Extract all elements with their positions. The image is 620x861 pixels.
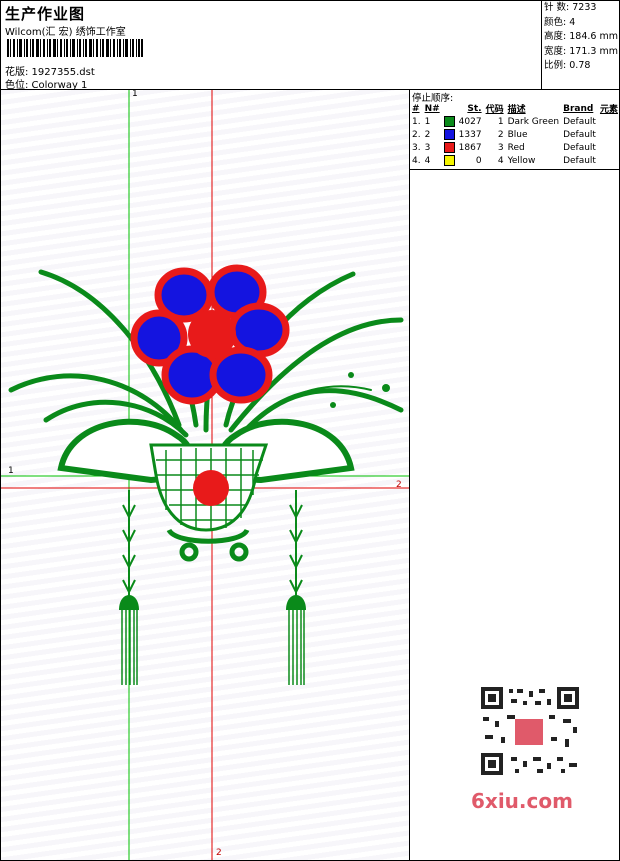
guide-label-right-red: 2 <box>396 480 402 490</box>
qr-code-icon[interactable] <box>471 681 587 781</box>
color-swatch <box>443 142 455 153</box>
col-brand: Brand <box>563 103 594 114</box>
col-element: 元素 <box>599 105 618 115</box>
table-header: # N# St. 代码 描述 Brand 元素 <box>410 102 620 116</box>
guide-label-bottom-red: 2 <box>216 848 222 858</box>
stat-height: 高度: 184.6 mm <box>544 31 618 42</box>
page-title: 生产作业图 <box>5 5 86 23</box>
table-row[interactable]: 1. 1 4027 1 Dark Green Default <box>410 115 620 128</box>
studio-name: Wilcom(汇 宏) 绣饰工作室 <box>5 27 126 38</box>
stop-sequence-panel: 停止顺序: # N# St. 代码 描述 Brand 元素 1. 1 4027 … <box>410 90 619 170</box>
color-swatch <box>443 129 455 140</box>
table-row[interactable]: 4. 4 0 4 Yellow Default <box>410 154 620 167</box>
design-stats: 针 数: 7233 颜色: 4 高度: 184.6 mm 宽度: 171.3 m… <box>541 1 620 89</box>
stat-stitches: 针 数: 7233 <box>544 2 597 13</box>
header: 生产作业图 Wilcom(汇 宏) 绣饰工作室 花版: 1927355.dst … <box>1 1 620 91</box>
guide-label-left-green: 1 <box>8 466 14 476</box>
embroidery-design <box>1 90 409 860</box>
design-preview[interactable]: 1 1 2 2 <box>1 90 410 860</box>
color-swatch <box>443 116 455 127</box>
guide-label-top-green: 1 <box>132 90 138 99</box>
stat-width: 宽度: 171.3 mm <box>544 45 618 57</box>
tassel-right <box>286 490 306 685</box>
col-stitches: St. <box>467 103 482 114</box>
col-code: 代码 <box>485 105 504 115</box>
color-swatch <box>443 155 455 166</box>
stop-sequence-table: # N# St. 代码 描述 Brand 元素 1. 1 4027 1 Dark… <box>410 102 620 167</box>
table-row[interactable]: 3. 3 1867 3 Red Default <box>410 141 620 154</box>
production-worksheet: 生产作业图 Wilcom(汇 宏) 绣饰工作室 花版: 1927355.dst … <box>0 0 620 861</box>
colorway: 色位: Colorway 1 <box>5 80 88 91</box>
col-description: 描述 <box>507 105 526 115</box>
col-index: # <box>412 103 420 114</box>
table-row[interactable]: 2. 2 1337 2 Blue Default <box>410 128 620 141</box>
stat-scale: 比例: 0.78 <box>544 60 591 71</box>
basket <box>57 418 355 562</box>
stat-colors: 颜色: 4 <box>544 16 576 28</box>
col-number: N# <box>424 103 440 114</box>
watermark: 6xiu.com <box>471 789 573 813</box>
barcode-icon <box>7 39 143 57</box>
